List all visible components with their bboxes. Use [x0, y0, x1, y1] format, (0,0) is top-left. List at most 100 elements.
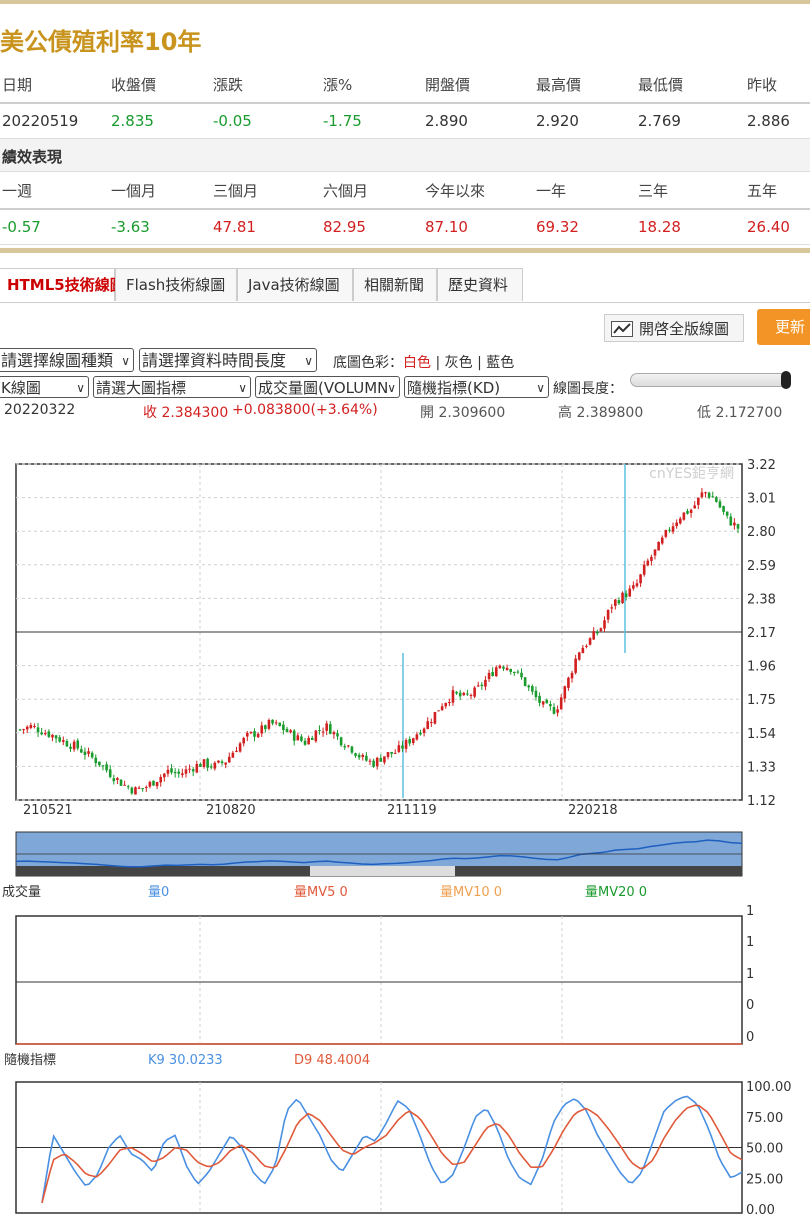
- candle-body: [707, 492, 711, 498]
- tab-html5-chart[interactable]: HTML5技術線圖: [0, 268, 125, 301]
- performance-value-row: -0.57 -3.63 47.81 82.95 87.10 69.32 18.2…: [0, 210, 810, 245]
- technical-chart-area[interactable]: 3.22 3.01 2.80 2.59 2.38 2.17 1.96 1.75 1.54 1.33…: [0, 418, 810, 1218]
- candle-body: [336, 733, 339, 737]
- candle-body: [61, 740, 65, 742]
- candle-body: [227, 756, 231, 763]
- candle-body: [595, 632, 599, 634]
- performance-value: 69.32: [536, 218, 579, 236]
- kd-y-tick: 50.00: [746, 1142, 783, 1157]
- y-tick-label: 1.75: [747, 693, 776, 708]
- candle-body: [704, 492, 707, 494]
- candle-body: [577, 652, 581, 660]
- candle-body: [249, 731, 253, 734]
- candle-body: [502, 666, 505, 669]
- candle-body: [509, 668, 512, 672]
- performance-value: 82.95: [323, 218, 366, 236]
- slider-handle[interactable]: [781, 371, 791, 389]
- candle-body: [191, 769, 195, 772]
- bg-blue-link[interactable]: 藍色: [486, 355, 514, 371]
- quote-header: 漲跌: [213, 76, 244, 94]
- tab-flash-chart[interactable]: Flash技術線圖: [115, 268, 237, 301]
- performance-value: -3.63: [111, 218, 150, 236]
- candle-body: [650, 556, 653, 561]
- candle-body: [516, 671, 520, 673]
- update-button[interactable]: 更新: [757, 309, 810, 345]
- candle-body: [126, 786, 130, 788]
- quote-open: 2.890: [425, 112, 468, 130]
- volume-legend-mv10: 量MV10 0: [440, 885, 502, 900]
- candle-body: [606, 609, 610, 620]
- tab-related-news[interactable]: 相關新聞: [353, 268, 437, 301]
- candle-body: [296, 735, 300, 741]
- candle-body: [285, 728, 289, 732]
- candle-body: [484, 679, 487, 687]
- quote-date: 20220519: [2, 112, 79, 130]
- chart-tabs: HTML5技術線圖 Flash技術線圖 Java技術線圖 相關新聞 歷史資料: [0, 268, 810, 303]
- candle-body: [390, 751, 393, 754]
- candle-body: [426, 721, 430, 729]
- open-fullscreen-chart-button[interactable]: 開啓全版線圖: [604, 314, 744, 342]
- candle-body: [725, 511, 729, 516]
- random-indicator-select[interactable]: 隨機指標(KD) ∨: [404, 376, 549, 398]
- candle-body: [660, 537, 664, 544]
- y-tick-label: 3.01: [747, 492, 776, 507]
- candle-body: [159, 777, 163, 783]
- candle-body: [231, 752, 235, 758]
- kd-y-tick: 25.00: [746, 1172, 783, 1187]
- candle-body: [689, 509, 693, 514]
- candle-body: [585, 645, 588, 647]
- volume-select[interactable]: 成交量圖(VOLUMN ∨: [255, 376, 400, 398]
- main-indicator-select[interactable]: 請選大圖指標 ∨: [93, 376, 251, 398]
- candle-body: [487, 672, 491, 680]
- candle-body: [448, 702, 451, 704]
- candle-body: [610, 607, 614, 609]
- candle-body: [581, 647, 585, 654]
- kline-select[interactable]: K線圖 ∨: [0, 376, 89, 398]
- quote-header: 日期: [2, 76, 33, 94]
- chart-length-slider[interactable]: [630, 371, 791, 389]
- chart-icon: [611, 321, 633, 337]
- period-select[interactable]: 請選擇資料時間長度 ∨: [139, 348, 317, 372]
- performance-value: 87.10: [425, 218, 468, 236]
- volume-title: 成交量: [2, 884, 41, 900]
- candle-body: [682, 512, 686, 520]
- candle-body: [678, 518, 682, 524]
- y-tick-label: 3.22: [747, 458, 776, 473]
- candle-body: [375, 757, 379, 767]
- kd-title: 隨機指標: [4, 1053, 56, 1068]
- page-title: 美公債殖利率10年: [0, 28, 202, 56]
- candle-body: [69, 746, 72, 749]
- candle-body: [332, 732, 336, 735]
- tab-history-data[interactable]: 歷史資料: [437, 268, 523, 301]
- candle-body: [552, 707, 556, 714]
- candle-body: [480, 684, 484, 686]
- candle-body: [523, 677, 527, 686]
- performance-value: -0.57: [2, 218, 41, 236]
- candle-body: [722, 506, 725, 512]
- kd-legend-k: K9 30.0233: [148, 1053, 223, 1068]
- candle-body: [98, 761, 101, 766]
- chart-type-select[interactable]: 請選擇線圖種類 ∨: [0, 348, 134, 372]
- candle-body: [105, 764, 108, 771]
- y-tick-label: 1.12: [747, 794, 776, 809]
- bg-white-link[interactable]: 白色: [403, 355, 431, 371]
- candle-body: [310, 737, 314, 740]
- performance-header: 五年: [747, 182, 778, 200]
- candle-body: [260, 725, 264, 734]
- candle-body: [274, 722, 278, 724]
- candle-body: [155, 781, 159, 787]
- candle-body: [54, 735, 58, 739]
- performance-header-row: 一週 一個月 三個月 六個月 今年以來 一年 三年 五年: [0, 172, 810, 210]
- candle-body: [242, 737, 245, 744]
- candle-body: [83, 751, 87, 755]
- candle-body: [718, 501, 722, 508]
- bg-gray-link[interactable]: 灰色: [445, 355, 473, 371]
- candle-body: [570, 672, 574, 679]
- candle-body: [325, 723, 328, 731]
- candle-body: [166, 769, 170, 774]
- performance-header: 三年: [638, 182, 669, 200]
- tab-java-chart[interactable]: Java技術線圖: [237, 268, 353, 301]
- candle-body: [642, 564, 646, 575]
- candle-body: [621, 592, 624, 604]
- candle-body: [36, 727, 40, 733]
